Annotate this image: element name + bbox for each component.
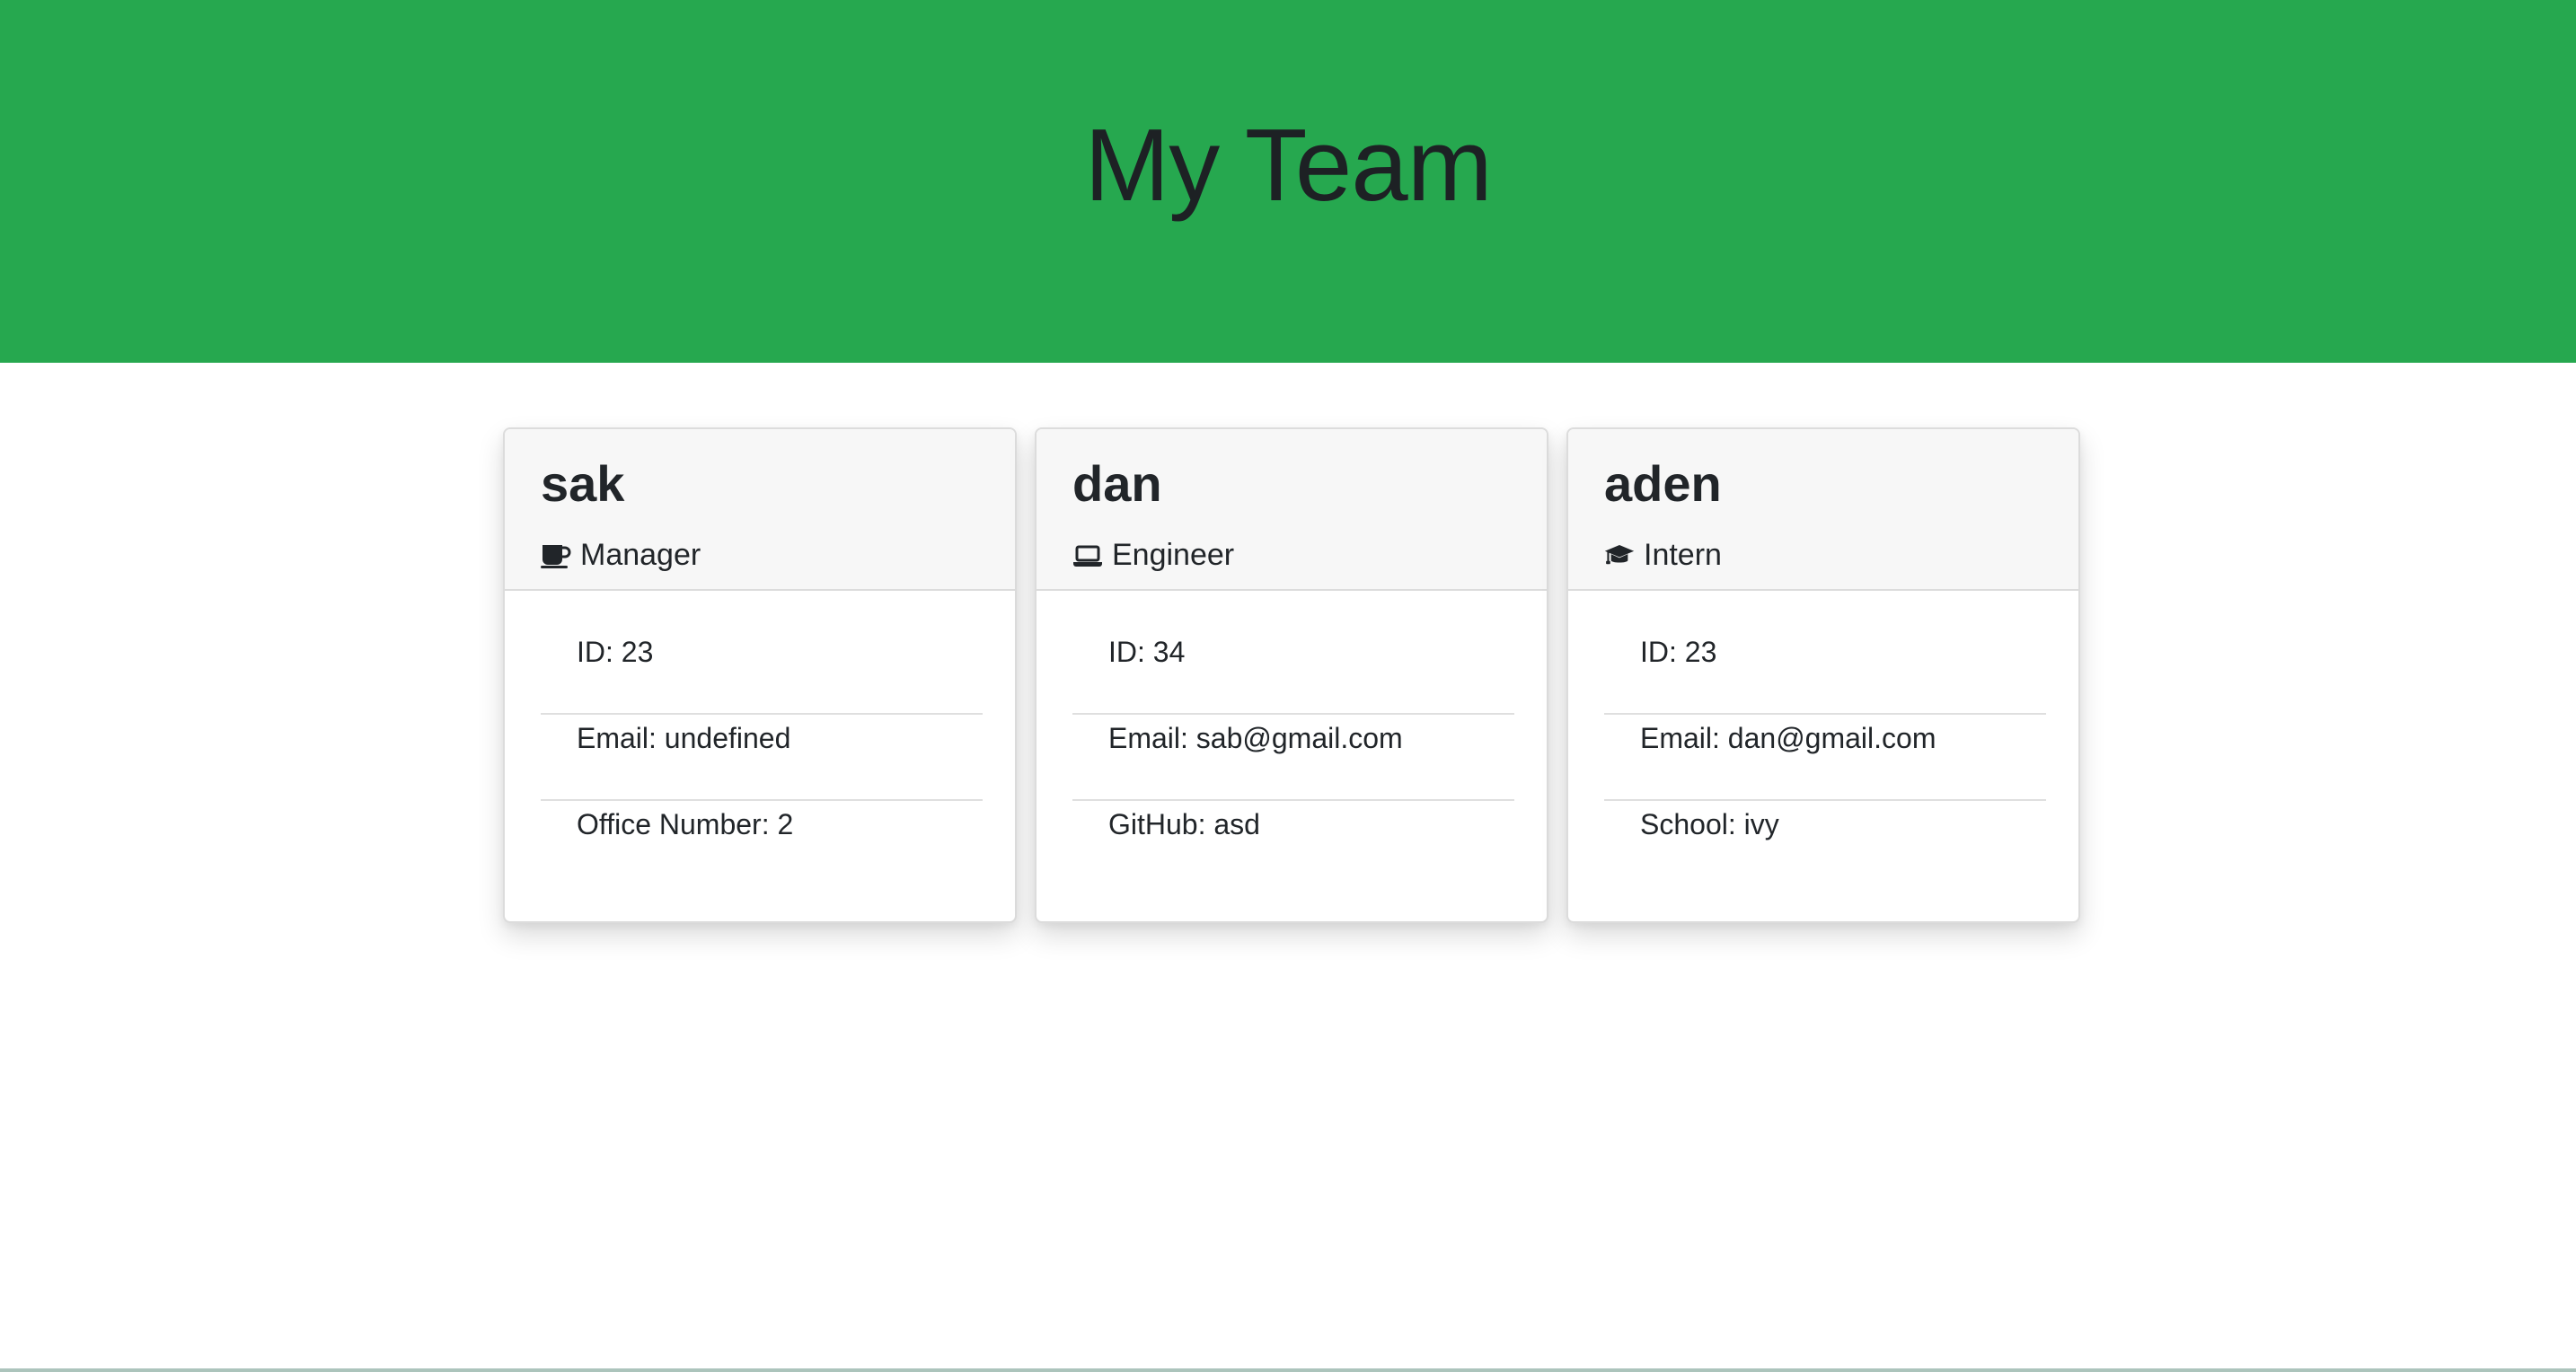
employee-role: Engineer <box>1072 535 1234 575</box>
detail-email: Email: sab@gmail.com <box>1072 715 1514 801</box>
detail-id: ID: 23 <box>541 629 983 715</box>
coffee-mug-icon <box>541 540 571 570</box>
detail-email: Email: dan@gmail.com <box>1604 715 2046 801</box>
card-header: sak Manager <box>505 429 1015 591</box>
graduation-cap-icon <box>1604 540 1635 570</box>
detail-school: School: ivy <box>1640 808 1779 840</box>
page-title: My Team <box>1084 109 1492 223</box>
employee-card-engineer: dan Engineer ID: 34 Email: sab@gmail.com… <box>1035 427 1548 923</box>
detail-github: GitHub: asd <box>1108 808 1260 840</box>
page-header: My Team <box>0 0 2576 363</box>
employee-role: Manager <box>541 535 701 575</box>
laptop-icon <box>1072 540 1103 570</box>
role-label: Engineer <box>1112 537 1235 572</box>
employee-details: ID: 23 Email: undefined Office Number: 2 <box>541 629 983 887</box>
employee-card-manager: sak Manager ID: 23 Email: undefined Offi… <box>503 427 1017 923</box>
employee-card-intern: aden Intern ID: 23 Email: dan@gmail.com … <box>1566 427 2080 923</box>
detail-email: Email: undefined <box>541 715 983 801</box>
employee-details: ID: 23 Email: dan@gmail.com School: ivy <box>1604 629 2046 887</box>
role-label: Manager <box>580 537 701 572</box>
detail-id: ID: 23 <box>1604 629 2046 715</box>
detail-office-number: Office Number: 2 <box>577 808 794 840</box>
role-label: Intern <box>1644 537 1722 572</box>
team-card-list: sak Manager ID: 23 Email: undefined Offi… <box>503 427 2084 927</box>
card-header: dan Engineer <box>1037 429 1547 591</box>
card-header: aden Intern <box>1568 429 2078 591</box>
page-bottom-border <box>0 1368 2576 1372</box>
employee-role: Intern <box>1604 535 1722 575</box>
employee-name: aden <box>1604 455 1722 512</box>
employee-name: sak <box>541 455 625 512</box>
employee-details: ID: 34 Email: sab@gmail.com GitHub: asd <box>1072 629 1514 887</box>
employee-name: dan <box>1072 455 1162 512</box>
detail-id: ID: 34 <box>1072 629 1514 715</box>
